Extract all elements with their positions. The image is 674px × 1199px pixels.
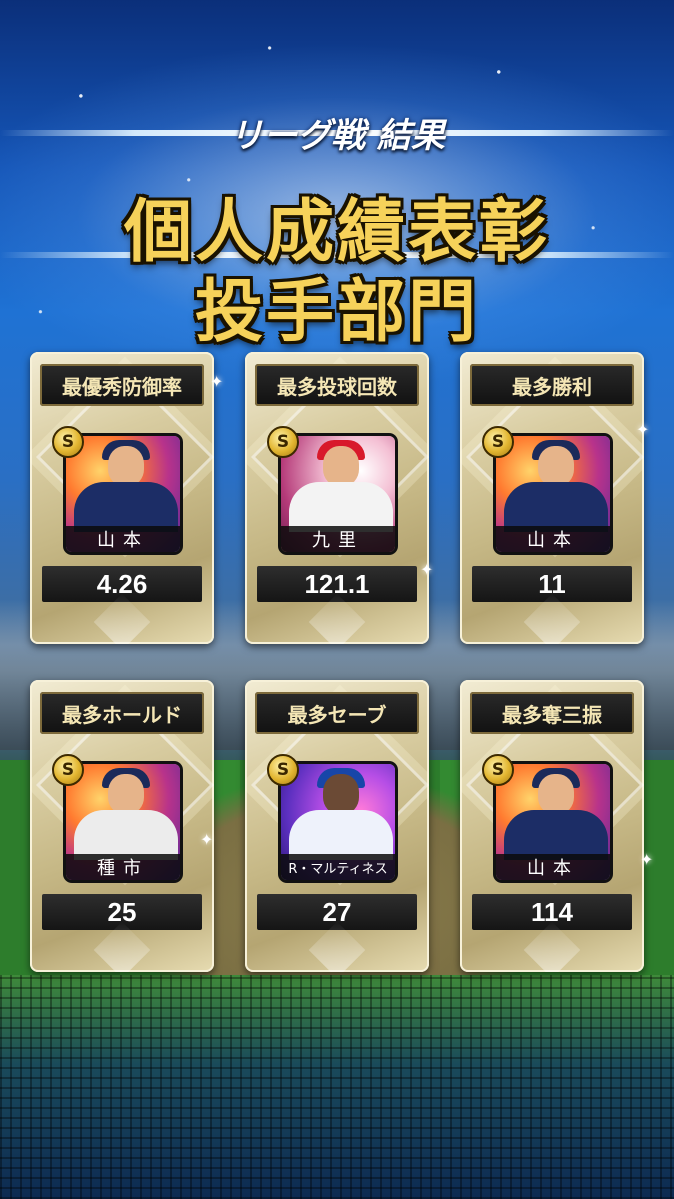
award-card[interactable]: 最多勝利 S 山本 11 xyxy=(460,352,644,644)
rank-badge: S xyxy=(482,426,514,458)
sparkle-icon: ✦ xyxy=(200,830,214,849)
award-card[interactable]: 最多奪三振 S 山本 114 xyxy=(460,680,644,972)
player-name: 九里 xyxy=(281,526,395,552)
rank-badge: S xyxy=(482,754,514,786)
backstop-net xyxy=(0,975,674,1199)
player-name: 山本 xyxy=(496,854,610,880)
rank-badge: S xyxy=(267,754,299,786)
sparkle-icon: ✦ xyxy=(210,372,224,391)
award-card[interactable]: 最多投球回数 S 九里 121.1 xyxy=(245,352,429,644)
player-portrait-icon[interactable]: 山本 xyxy=(496,764,610,880)
rank-badge: S xyxy=(52,426,84,458)
sparkle-icon: ✦ xyxy=(640,850,654,869)
award-category-label: 最多勝利 xyxy=(470,364,634,406)
rank-badge: S xyxy=(267,426,299,458)
sparkle-icon: ✦ xyxy=(420,560,434,579)
award-category-label: 最優秀防御率 xyxy=(40,364,204,406)
award-category-label: 最多投球回数 xyxy=(255,364,419,406)
award-card[interactable]: 最優秀防御率 S 山本 4.26 xyxy=(30,352,214,644)
player-portrait-icon[interactable]: 山本 xyxy=(496,436,610,552)
award-category-label: 最多セーブ xyxy=(255,692,419,734)
rank-badge: S xyxy=(52,754,84,786)
award-card[interactable]: 最多ホールド S 種市 25 xyxy=(30,680,214,972)
player-name: R・マルティネス xyxy=(281,854,395,880)
player-portrait-icon[interactable]: 九里 xyxy=(281,436,395,552)
page-title-division: 投手部門 xyxy=(194,273,479,352)
player-name: 山本 xyxy=(496,526,610,552)
player-name: 種市 xyxy=(66,854,180,880)
results-subtitle: リーグ戦 結果 xyxy=(229,116,445,156)
sparkle-icon: ✦ xyxy=(636,420,650,439)
player-portrait-icon[interactable]: 種市 xyxy=(66,764,180,880)
award-category-label: 最多ホールド xyxy=(40,692,204,734)
player-name: 山本 xyxy=(66,526,180,552)
player-portrait-icon[interactable]: R・マルティネス xyxy=(281,764,395,880)
award-card[interactable]: 最多セーブ S R・マルティネス 27 xyxy=(245,680,429,972)
award-category-label: 最多奪三振 xyxy=(470,692,634,734)
award-screen: リーグ戦 結果 個人成績表彰 投手部門 最優秀防御率 S 山本 4.26 最多投… xyxy=(0,0,674,1199)
player-portrait-icon[interactable]: 山本 xyxy=(66,436,180,552)
